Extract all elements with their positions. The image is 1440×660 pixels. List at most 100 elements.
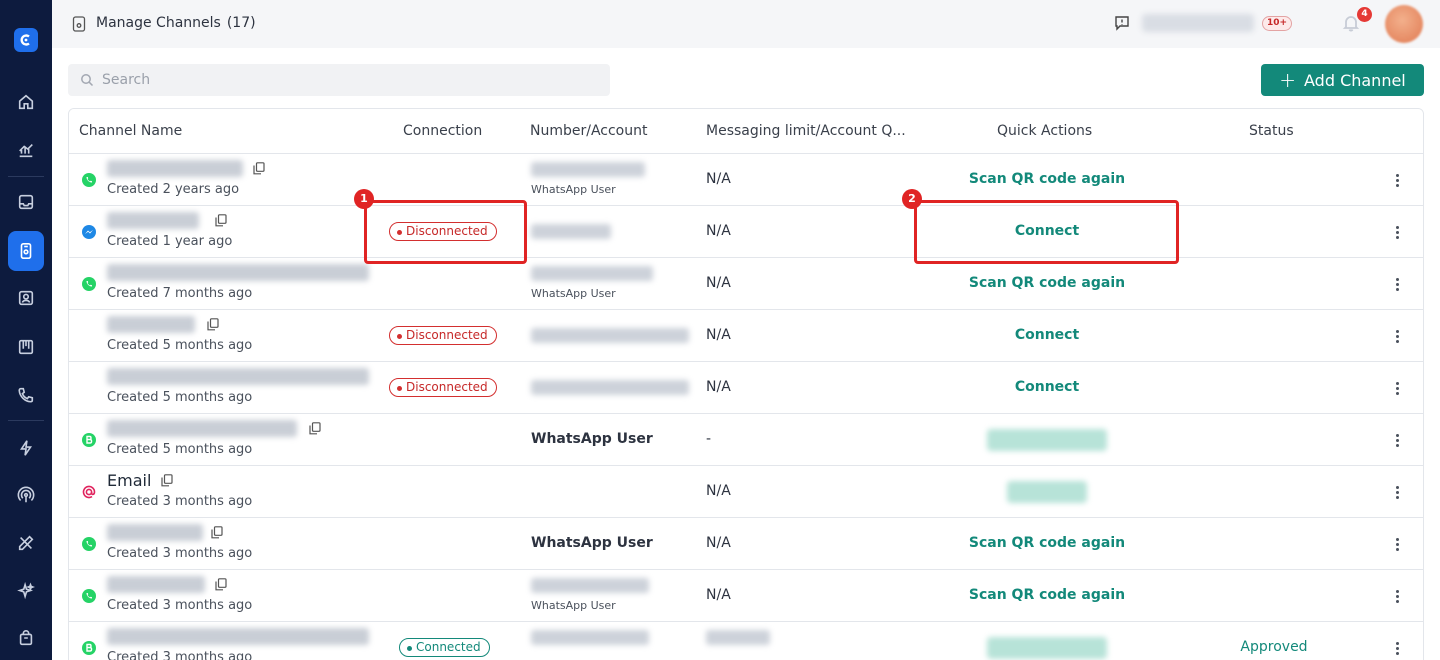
board-icon (18, 339, 34, 355)
channel-name[interactable] (107, 316, 195, 333)
created-date: Created 1 year ago (107, 234, 233, 249)
nav-tools[interactable] (8, 523, 44, 563)
created-date: Created 3 months ago (107, 598, 253, 613)
nav-divider (8, 420, 44, 421)
channel-name[interactable] (107, 368, 369, 385)
broadcast-icon (17, 486, 35, 503)
copy-icon[interactable] (211, 526, 223, 539)
column-header[interactable]: Messaging limit/Account Q... (706, 123, 906, 139)
copy-icon[interactable] (215, 214, 227, 227)
column-header[interactable]: Number/Account (530, 123, 647, 139)
lightning-icon (19, 440, 33, 456)
messaging-limit: N/A (706, 171, 731, 187)
nav-ai[interactable] (8, 571, 44, 611)
logo-icon (20, 34, 30, 46)
nav-analytics[interactable] (8, 130, 44, 170)
connect-button[interactable]: Connect (919, 327, 1175, 343)
created-date: Created 3 months ago (107, 650, 253, 660)
scan-qr-button[interactable]: Scan QR code again (919, 535, 1175, 551)
avatar[interactable] (1385, 5, 1423, 43)
channel-name[interactable] (107, 212, 199, 229)
copy-icon[interactable] (215, 578, 227, 591)
row-menu-button[interactable] (1391, 326, 1403, 346)
copy-icon[interactable] (207, 318, 219, 331)
status-badge: Connected (399, 638, 490, 657)
account-type: WhatsApp User (531, 599, 616, 612)
scan-qr-button[interactable]: Scan QR code again (919, 275, 1175, 291)
channel-name[interactable] (107, 420, 297, 437)
account-number: WhatsApp User (531, 431, 653, 447)
column-header[interactable]: Connection (403, 123, 482, 139)
table-row[interactable]: Email Created 3 months ago N/A (69, 466, 1423, 518)
created-date: Created 2 years ago (107, 182, 240, 197)
message-alert-icon[interactable] (1114, 15, 1130, 31)
nav-calls[interactable] (8, 375, 44, 415)
scan-qr-button[interactable]: Scan QR code again (919, 587, 1175, 603)
quick-action-button[interactable] (987, 637, 1107, 659)
row-menu-button[interactable] (1391, 638, 1403, 658)
whatsapp-icon (82, 173, 96, 187)
nav-channels[interactable] (8, 231, 44, 271)
quick-action-button[interactable] (987, 429, 1107, 451)
copy-icon[interactable] (309, 422, 321, 435)
table-row[interactable]: Created 7 months ago WhatsApp User N/A S… (69, 258, 1423, 310)
column-header[interactable]: Quick Actions (997, 123, 1092, 139)
channel-name[interactable] (107, 628, 369, 645)
sparkle-icon (17, 582, 35, 600)
quick-action-button[interactable] (1007, 481, 1087, 503)
channel-name[interactable]: Email (107, 471, 151, 490)
scan-qr-button[interactable]: Scan QR code again (919, 171, 1175, 187)
table-row[interactable]: Created 5 months ago Disconnected N/A Co… (69, 310, 1423, 362)
nav-board[interactable] (8, 327, 44, 367)
messaging-limit: N/A (706, 223, 731, 239)
row-menu-button[interactable] (1391, 222, 1403, 242)
add-channel-label: Add Channel (1304, 70, 1406, 90)
account-number (531, 224, 611, 239)
row-menu-button[interactable] (1391, 430, 1403, 450)
row-menu-button[interactable] (1391, 170, 1403, 190)
app-logo[interactable] (14, 28, 38, 52)
nav-automation[interactable] (8, 428, 44, 468)
channel-name[interactable] (107, 576, 205, 593)
copy-icon[interactable] (253, 162, 265, 175)
table-row[interactable]: Created 3 months ago Connected Approved (69, 622, 1423, 660)
chart-icon (19, 144, 33, 158)
channel-name[interactable] (107, 524, 203, 541)
nav-inbox[interactable] (8, 182, 44, 222)
channel-name[interactable] (107, 264, 369, 281)
created-date: Created 7 months ago (107, 286, 253, 301)
nav-contacts[interactable] (8, 278, 44, 318)
add-channel-button[interactable]: + Add Channel (1261, 64, 1424, 96)
status-badge: Disconnected (389, 378, 497, 397)
connect-button[interactable]: Connect (919, 379, 1175, 395)
account-type: WhatsApp User (531, 287, 616, 300)
column-header[interactable]: Status (1249, 123, 1294, 139)
messaging-limit: N/A (706, 379, 731, 395)
messenger-icon (82, 225, 96, 239)
row-menu-button[interactable] (1391, 534, 1403, 554)
table-row[interactable]: Created 1 year ago Disconnected N/A Conn… (69, 206, 1423, 258)
search-icon (81, 74, 94, 87)
whatsapp-icon (82, 589, 96, 603)
row-menu-button[interactable] (1391, 274, 1403, 294)
column-header[interactable]: Channel Name (79, 123, 182, 139)
row-menu-button[interactable] (1391, 378, 1403, 398)
search-input[interactable] (102, 64, 602, 96)
nav-home[interactable] (8, 82, 44, 122)
nav-broadcast[interactable] (8, 475, 44, 515)
row-menu-button[interactable] (1391, 482, 1403, 502)
table-row[interactable]: Created 5 months ago Disconnected N/A Co… (69, 362, 1423, 414)
nav-store[interactable] (8, 618, 44, 658)
row-menu-button[interactable] (1391, 586, 1403, 606)
table-row[interactable]: Created 5 months ago WhatsApp User - (69, 414, 1423, 466)
created-date: Created 5 months ago (107, 390, 253, 405)
table-row[interactable]: Created 3 months ago WhatsApp User N/A S… (69, 570, 1423, 622)
table-header: Channel Name Connection Number/Account M… (69, 109, 1423, 154)
unread-messages-label[interactable] (1142, 14, 1254, 32)
account-type: WhatsApp User (531, 183, 616, 196)
phone-icon (18, 387, 34, 403)
table-row[interactable]: Created 2 years ago WhatsApp User N/A Sc… (69, 154, 1423, 206)
table-row[interactable]: Created 3 months ago WhatsApp User N/A S… (69, 518, 1423, 570)
channel-name[interactable] (107, 160, 243, 177)
copy-icon[interactable] (161, 474, 173, 487)
